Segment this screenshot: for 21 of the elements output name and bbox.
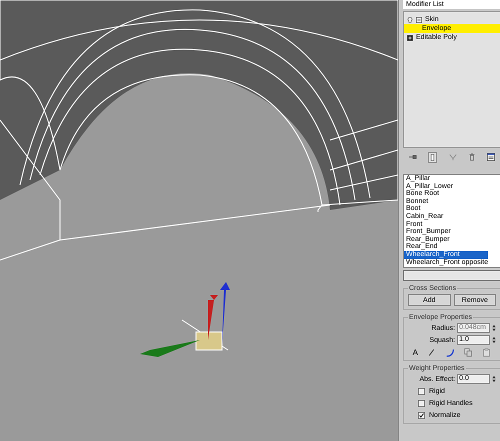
- configure-icon[interactable]: [487, 153, 496, 161]
- expand-toggle-icon[interactable]: [416, 16, 422, 22]
- letter-icon[interactable]: A: [412, 348, 418, 356]
- checkbox[interactable]: [418, 412, 425, 418]
- expand-toggle-icon[interactable]: [407, 34, 413, 40]
- paste-icon[interactable]: [482, 348, 492, 356]
- copy-icon[interactable]: [464, 348, 474, 356]
- name-field[interactable]: [403, 270, 500, 281]
- pencil-icon[interactable]: [427, 348, 436, 356]
- checkbox[interactable]: [418, 400, 425, 406]
- spinner-arrows-icon[interactable]: [492, 324, 496, 332]
- viewport[interactable]: [0, 0, 398, 441]
- spinner-arrows-icon[interactable]: [492, 336, 496, 344]
- lightbulb-icon[interactable]: [407, 16, 413, 22]
- pin-icon[interactable]: [408, 153, 417, 161]
- trash-icon[interactable]: [468, 153, 476, 161]
- curve-icon[interactable]: [446, 348, 455, 356]
- checkbox[interactable]: [418, 388, 425, 394]
- show-end-result-icon[interactable]: [428, 152, 438, 162]
- transform-gizmo-icon[interactable]: [140, 282, 230, 357]
- spinner-arrows-icon[interactable]: [492, 375, 496, 383]
